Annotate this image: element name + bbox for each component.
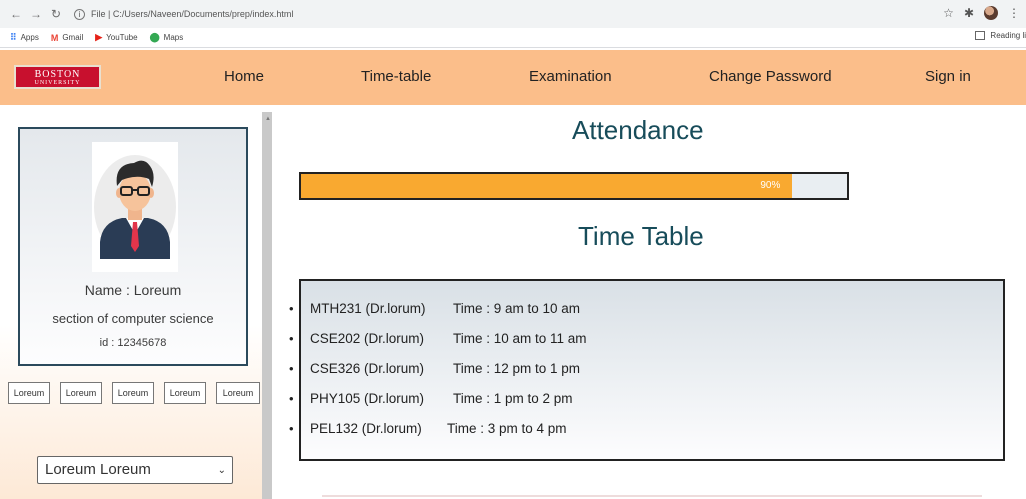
nav-change-password[interactable]: Change Password: [709, 68, 832, 85]
loreum-button-4[interactable]: Loreum: [164, 382, 206, 404]
youtube-icon: ▶: [95, 32, 103, 42]
bookmark-gmail[interactable]: M Gmail: [51, 33, 83, 43]
nav-examination[interactable]: Examination: [529, 68, 612, 85]
profile-avatar-icon[interactable]: [984, 6, 998, 20]
maps-pin-icon: ⬤: [149, 32, 160, 42]
timetable-course: PEL132 (Dr.lorum): [310, 421, 422, 436]
timetable-course: CSE326 (Dr.lorum): [310, 361, 425, 376]
timetable-time: Time : 10 am to 11 am: [453, 331, 587, 346]
site-navbar: BOSTON UNIVERSITY Home Time-table Examin…: [0, 50, 1026, 105]
timetable-course: MTH231 (Dr.lorum): [310, 301, 426, 316]
bookmark-maps[interactable]: ⬤ Maps: [150, 32, 184, 43]
info-icon[interactable]: i: [74, 8, 85, 20]
bookmarks-bar: ⠿ Apps M Gmail ▶ YouTube ⬤ Maps Reading li: [0, 28, 1026, 48]
forward-icon[interactable]: →: [28, 7, 44, 21]
bullet-icon: •: [289, 391, 294, 406]
reload-icon[interactable]: ↻: [48, 7, 64, 21]
timetable-course: CSE202 (Dr.lorum): [310, 331, 425, 346]
menu-icon[interactable]: ⋮: [1008, 6, 1020, 20]
loreum-button-2[interactable]: Loreum: [60, 382, 102, 404]
attendance-progress-bar: 90%: [299, 172, 849, 200]
bookmark-youtube[interactable]: ▶ YouTube: [95, 32, 137, 43]
reading-list-icon: [975, 31, 986, 40]
profile-card: Name : Loreum section of computer scienc…: [18, 127, 248, 366]
profile-id: id : 12345678: [99, 337, 167, 349]
nav-home[interactable]: Home: [224, 68, 264, 85]
timetable-time: Time : 9 am to 10 am: [453, 301, 581, 316]
sidebar-dropdown[interactable]: Loreum Loreum ⌄: [37, 456, 233, 484]
bullet-icon: •: [289, 301, 294, 316]
sidebar-scrollbar[interactable]: [262, 112, 272, 499]
chevron-down-icon: ⌄: [217, 465, 226, 476]
profile-photo: [92, 142, 178, 272]
profile-section: section of computer science: [52, 311, 214, 326]
timetable-time: Time : 3 pm to 4 pm: [447, 421, 567, 436]
gmail-icon: M: [50, 32, 59, 43]
bullet-icon: •: [289, 331, 294, 346]
loreum-button-1[interactable]: Loreum: [8, 382, 50, 404]
address-bar[interactable]: i File | C:/Users/Naveen/Documents/prep/…: [74, 4, 293, 24]
timetable-course: PHY105 (Dr.lorum): [310, 391, 425, 406]
scroll-up-icon[interactable]: ▲: [265, 116, 271, 122]
university-logo[interactable]: BOSTON UNIVERSITY: [14, 65, 101, 89]
reading-list[interactable]: Reading li: [975, 31, 1026, 40]
apps-grid-icon: ⠿: [10, 32, 17, 42]
nav-sign-in[interactable]: Sign in: [925, 68, 971, 85]
loreum-button-3[interactable]: Loreum: [112, 382, 154, 404]
section-divider: [322, 495, 982, 497]
star-icon[interactable]: ☆: [943, 6, 954, 20]
browser-toolbar: ← → ↻ i File | C:/Users/Naveen/Documents…: [0, 0, 1026, 28]
bookmark-apps[interactable]: ⠿ Apps: [10, 32, 39, 43]
profile-name: Name : Loreum: [84, 282, 182, 298]
back-icon[interactable]: ←: [8, 7, 24, 21]
attendance-title: Attendance: [572, 115, 704, 145]
bullet-icon: •: [289, 421, 294, 436]
loreum-button-5[interactable]: Loreum: [216, 382, 260, 404]
attendance-percent-label: 90%: [760, 180, 781, 191]
attendance-progress-fill: 90%: [301, 174, 793, 198]
dropdown-value: Loreum Loreum: [45, 461, 151, 478]
address-text: File | C:/Users/Naveen/Documents/prep/in…: [91, 9, 294, 19]
extensions-icon[interactable]: ✱: [964, 6, 974, 20]
timetable-time: Time : 1 pm to 2 pm: [453, 391, 573, 406]
bullet-icon: •: [289, 361, 294, 376]
timetable-title: Time Table: [578, 221, 704, 251]
timetable-time: Time : 12 pm to 1 pm: [453, 361, 581, 376]
man-avatar-icon: [94, 155, 176, 259]
timetable-box: • MTH231 (Dr.lorum) Time : 9 am to 10 am • C…: [289, 279, 1005, 461]
nav-time-table[interactable]: Time-table: [361, 68, 431, 85]
